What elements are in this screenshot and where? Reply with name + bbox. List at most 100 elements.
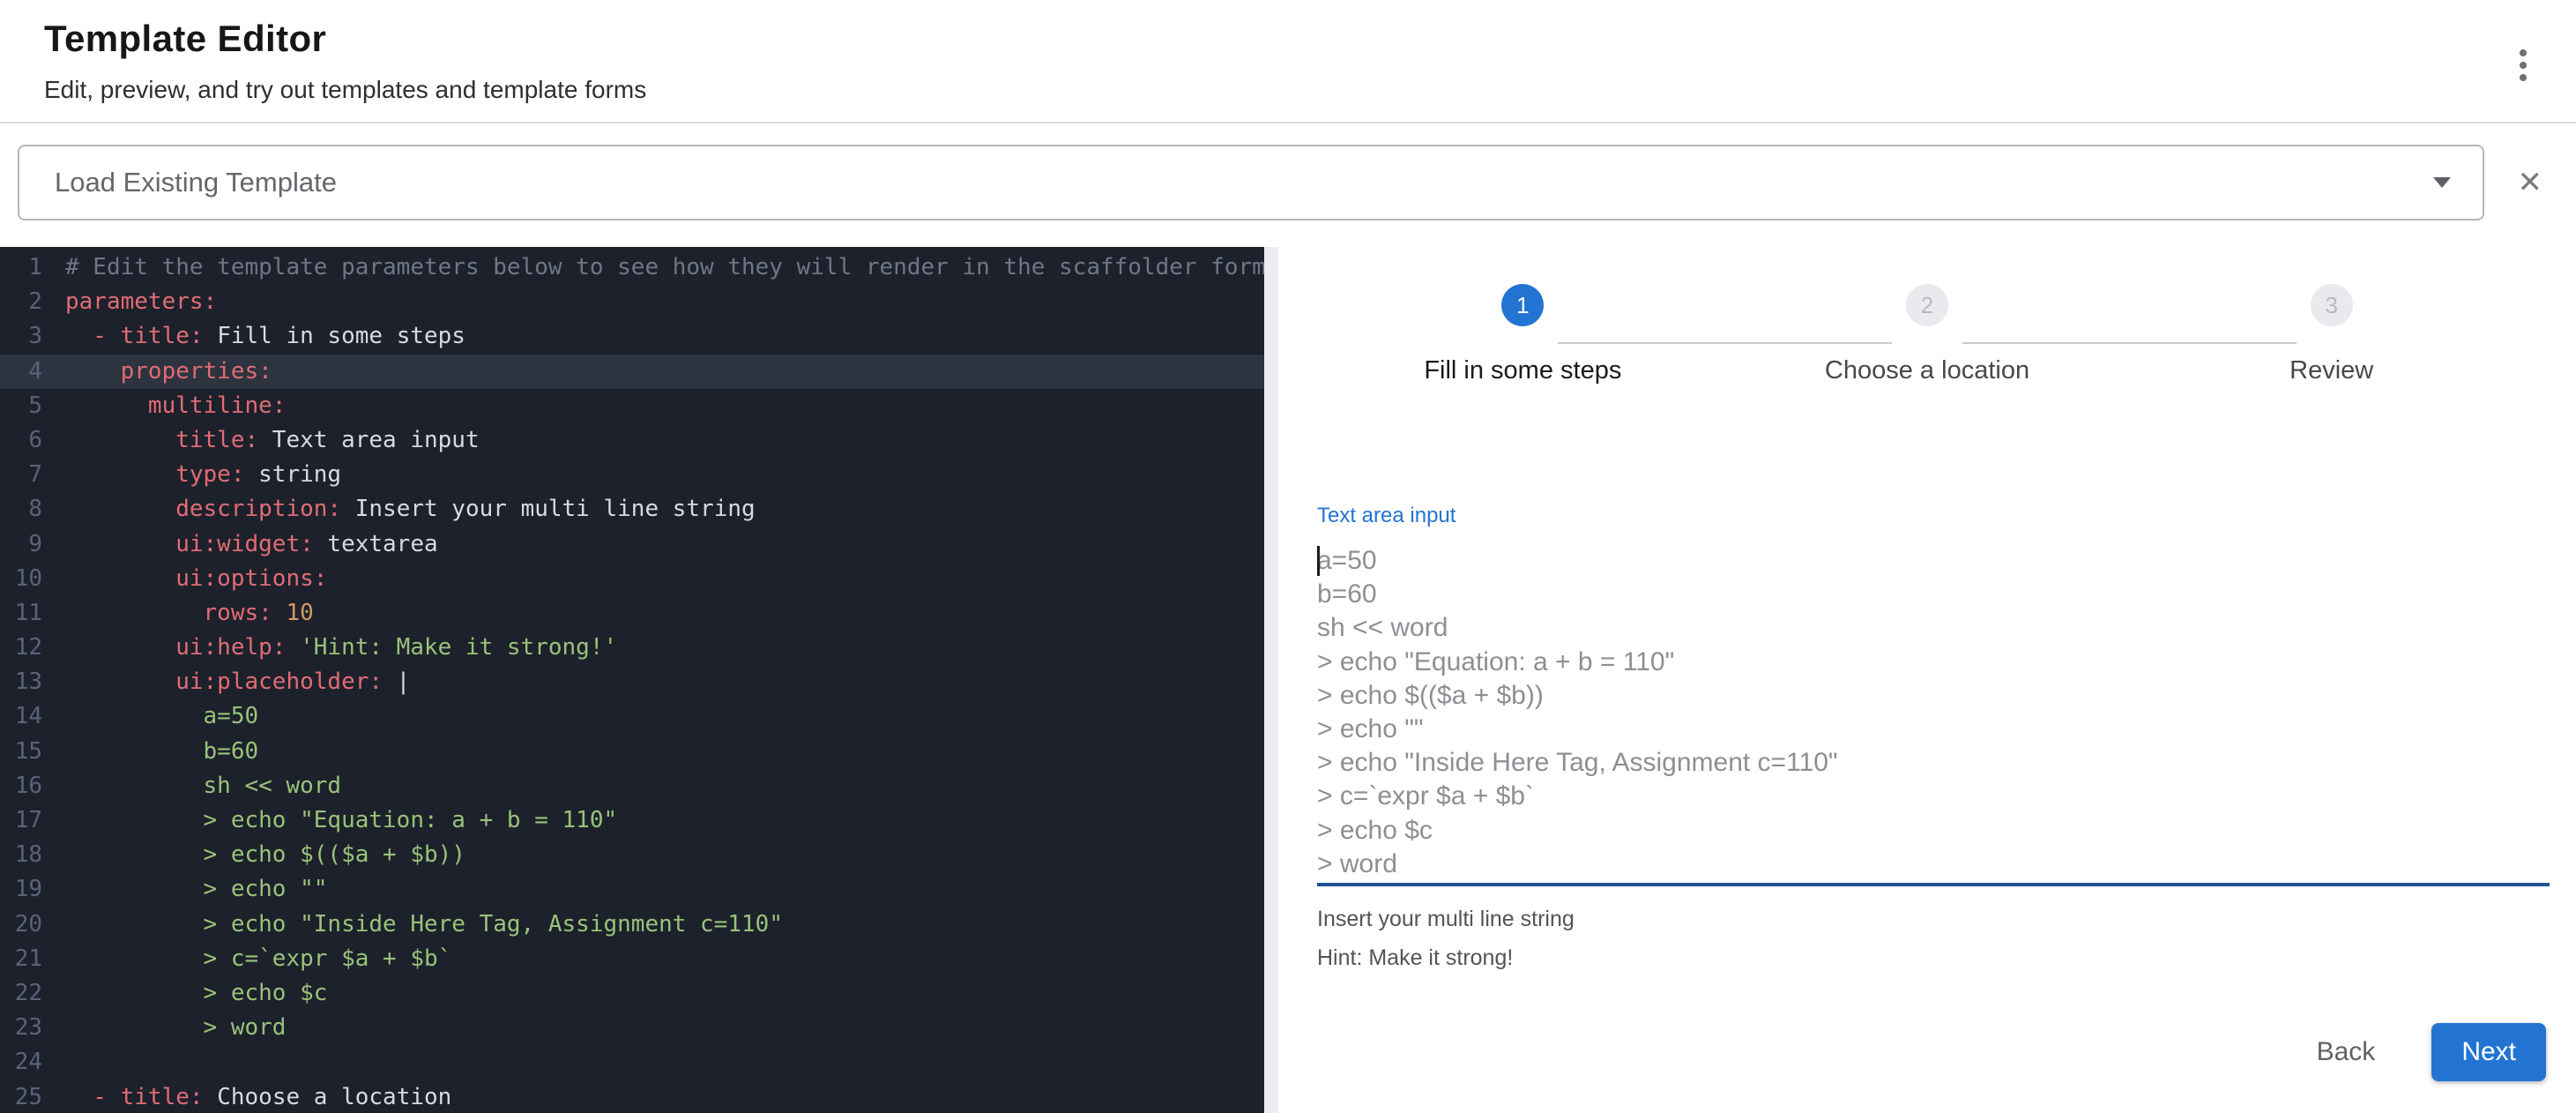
- line-content: b=60: [42, 735, 258, 769]
- line-content: multiline:: [42, 389, 286, 423]
- field-description: Insert your multi line string: [1317, 906, 2550, 932]
- code-line-17[interactable]: 17 > echo "Equation: a + b = 110": [0, 803, 1264, 838]
- load-template-select[interactable]: Load Existing Template: [18, 145, 2484, 220]
- line-number: 9: [0, 527, 42, 562]
- code-line-4[interactable]: 4 properties:: [0, 355, 1264, 389]
- line-number: 1: [0, 250, 42, 285]
- clear-template-button[interactable]: ✕: [2514, 164, 2547, 201]
- line-number: 19: [0, 872, 42, 907]
- line-content: > word: [42, 1011, 286, 1045]
- line-number: 20: [0, 908, 42, 942]
- line-number: 7: [0, 458, 42, 492]
- line-number: 18: [0, 838, 42, 872]
- line-content: > c=`expr $a + $b`: [42, 942, 451, 976]
- line-number: 15: [0, 735, 42, 769]
- code-line-7[interactable]: 7 type: string: [0, 458, 1264, 492]
- code-line-23[interactable]: 23 > word: [0, 1011, 1264, 1045]
- code-line-12[interactable]: 12 ui:help: 'Hint: Make it strong!': [0, 631, 1264, 665]
- line-content: ui:help: 'Hint: Make it strong!': [42, 631, 617, 665]
- code-line-10[interactable]: 10 ui:options:: [0, 562, 1264, 596]
- line-content: rows: 10: [42, 596, 314, 631]
- page-header: Template Editor Edit, preview, and try o…: [0, 0, 2576, 123]
- code-line-13[interactable]: 13 ui:placeholder: |: [0, 665, 1264, 699]
- code-line-14[interactable]: 14 a=50: [0, 699, 1264, 734]
- code-lines: 1# Edit the template parameters below to…: [0, 250, 1264, 1113]
- main-split: 1# Edit the template parameters below to…: [0, 247, 2576, 1113]
- line-content: > echo "Equation: a + b = 110": [42, 803, 617, 838]
- line-content: [42, 1045, 65, 1079]
- line-content: parameters:: [42, 285, 217, 319]
- line-number: 22: [0, 976, 42, 1011]
- line-number: 4: [0, 355, 42, 389]
- code-line-18[interactable]: 18 > echo $(($a + $b)): [0, 838, 1264, 872]
- textarea-field-label: Text area input: [1317, 504, 2550, 528]
- multiline-textarea[interactable]: [1317, 544, 2550, 881]
- load-template-placeholder: Load Existing Template: [55, 167, 2433, 198]
- input-focused-underline: [1317, 883, 2550, 886]
- code-line-8[interactable]: 8 description: Insert your multi line st…: [0, 492, 1264, 527]
- line-content: ui:placeholder: |: [42, 665, 410, 699]
- back-button[interactable]: Back: [2303, 1027, 2390, 1078]
- code-line-16[interactable]: 16 sh << word: [0, 769, 1264, 803]
- line-content: # Edit the template parameters below to …: [42, 250, 1264, 285]
- step-choose-a-location: 2 Choose a location: [1725, 284, 2130, 385]
- line-number: 17: [0, 803, 42, 838]
- wizard-actions: Back Next: [2303, 1023, 2546, 1081]
- chevron-down-icon: [2433, 177, 2451, 188]
- step-3-label: Review: [2129, 356, 2534, 385]
- code-line-1[interactable]: 1# Edit the template parameters below to…: [0, 250, 1264, 285]
- line-content: ui:widget: textarea: [42, 527, 438, 562]
- code-line-11[interactable]: 11 rows: 10: [0, 596, 1264, 631]
- line-content: > echo "": [42, 872, 327, 907]
- step-review: 3 Review: [2129, 284, 2534, 385]
- line-number: 23: [0, 1011, 42, 1045]
- step-connector: [1962, 342, 2297, 344]
- next-button[interactable]: Next: [2431, 1023, 2546, 1081]
- line-content: type: string: [42, 458, 341, 492]
- code-line-20[interactable]: 20 > echo "Inside Here Tag, Assignment c…: [0, 908, 1264, 942]
- code-line-3[interactable]: 3 - title: Fill in some steps: [0, 319, 1264, 354]
- line-number: 5: [0, 389, 42, 423]
- code-line-15[interactable]: 15 b=60: [0, 735, 1264, 769]
- line-content: title: Text area input: [42, 423, 480, 458]
- line-number: 25: [0, 1080, 42, 1113]
- code-line-2[interactable]: 2parameters:: [0, 285, 1264, 319]
- line-number: 6: [0, 423, 42, 458]
- code-line-21[interactable]: 21 > c=`expr $a + $b`: [0, 942, 1264, 976]
- panel-resize-divider[interactable]: [1264, 247, 1278, 1113]
- line-content: a=50: [42, 699, 258, 734]
- line-content: description: Insert your multi line stri…: [42, 492, 756, 527]
- line-number: 12: [0, 631, 42, 665]
- line-number: 2: [0, 285, 42, 319]
- code-editor[interactable]: 1# Edit the template parameters below to…: [0, 247, 1264, 1113]
- step-3-icon: 3: [2311, 284, 2353, 326]
- step-1-label: Fill in some steps: [1321, 356, 1725, 385]
- line-content: > echo $(($a + $b)): [42, 838, 465, 872]
- line-content: > echo "Inside Here Tag, Assignment c=11…: [42, 908, 783, 942]
- line-number: 11: [0, 596, 42, 631]
- line-content: sh << word: [42, 769, 341, 803]
- line-number: 16: [0, 769, 42, 803]
- more-options-button[interactable]: [2513, 42, 2534, 88]
- close-icon: ✕: [2518, 166, 2543, 199]
- code-line-6[interactable]: 6 title: Text area input: [0, 423, 1264, 458]
- preview-panel: 1 Fill in some steps 2 Choose a location…: [1278, 247, 2576, 1113]
- code-line-5[interactable]: 5 multiline:: [0, 389, 1264, 423]
- template-selector-row: Load Existing Template ✕: [0, 123, 2576, 247]
- line-number: 21: [0, 942, 42, 976]
- code-line-19[interactable]: 19 > echo "": [0, 872, 1264, 907]
- line-number: 14: [0, 699, 42, 734]
- page-subtitle: Edit, preview, and try out templates and…: [44, 76, 2532, 104]
- line-number: 13: [0, 665, 42, 699]
- step-2-icon: 2: [1906, 284, 1948, 326]
- line-content: ui:options:: [42, 562, 327, 596]
- textarea-wrap: [1317, 544, 2550, 881]
- code-line-9[interactable]: 9 ui:widget: textarea: [0, 527, 1264, 562]
- line-content: > echo $c: [42, 976, 327, 1011]
- code-line-25[interactable]: 25 - title: Choose a location: [0, 1080, 1264, 1113]
- code-line-22[interactable]: 22 > echo $c: [0, 976, 1264, 1011]
- line-number: 24: [0, 1045, 42, 1079]
- code-line-24[interactable]: 24: [0, 1045, 1264, 1079]
- stepper: 1 Fill in some steps 2 Choose a location…: [1278, 247, 2576, 385]
- step-2-label: Choose a location: [1725, 356, 2130, 385]
